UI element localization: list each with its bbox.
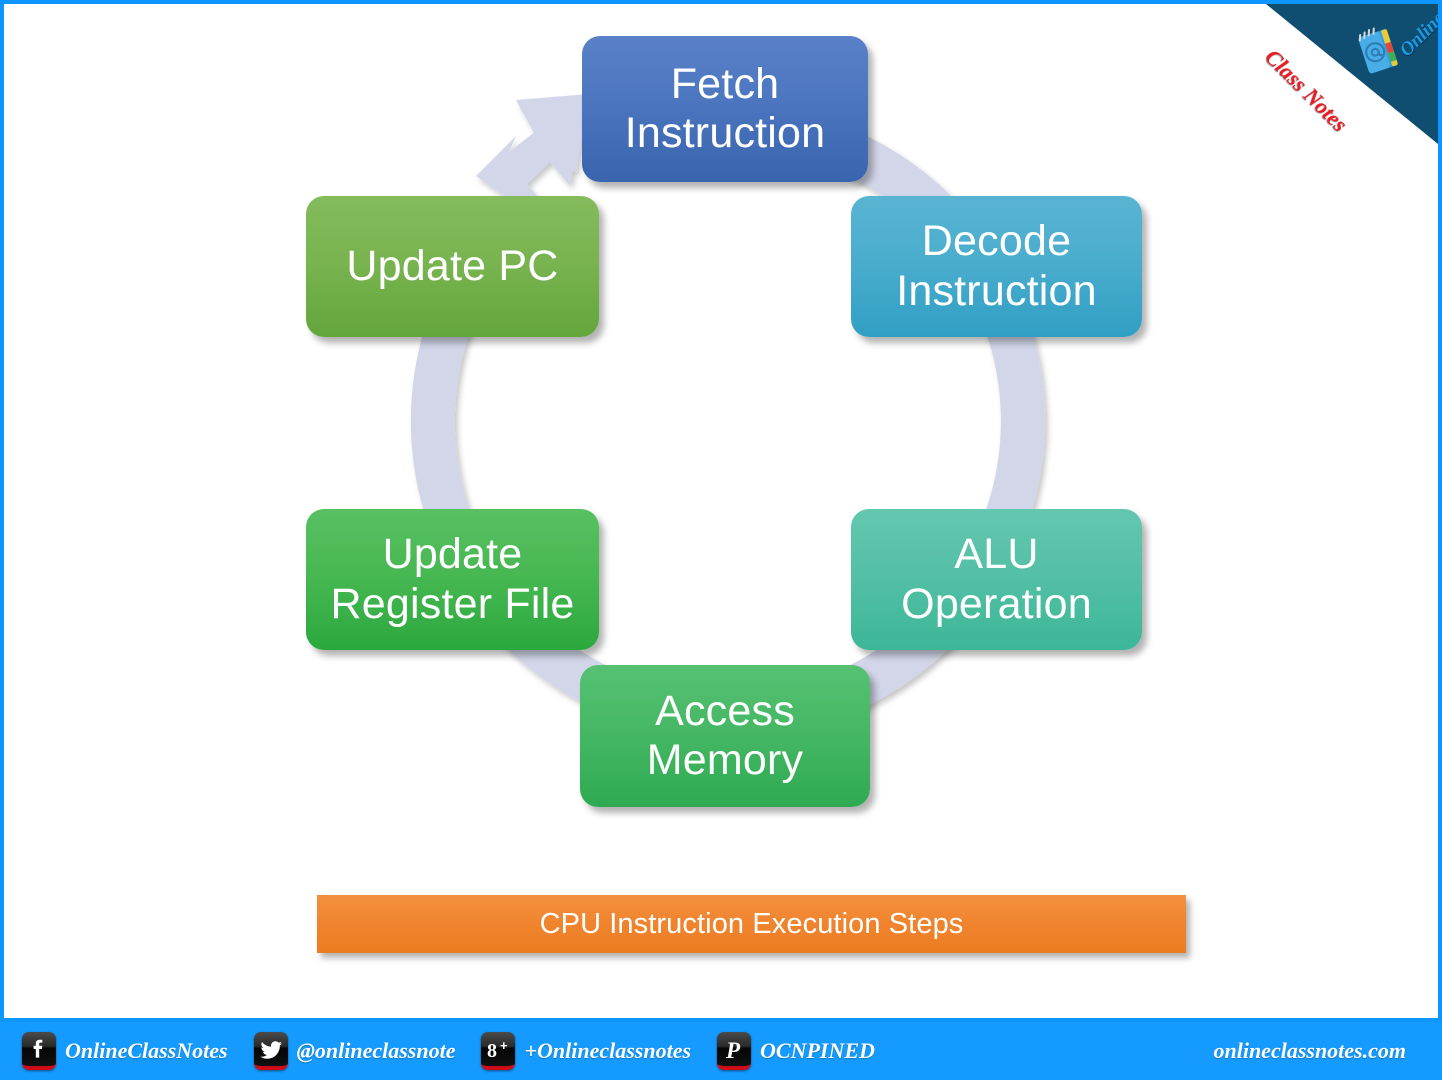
pinterest-icon: P bbox=[717, 1032, 752, 1070]
step-box-decode-instruction[interactable]: Decode Instruction bbox=[851, 196, 1142, 337]
svg-text:+: + bbox=[500, 1038, 508, 1053]
social-link-twitter[interactable]: @onlineclassnote bbox=[253, 1032, 456, 1070]
facebook-icon bbox=[22, 1032, 56, 1070]
step-box-update-pc[interactable]: Update PC bbox=[306, 196, 599, 337]
facebook-label: OnlineClassNotes bbox=[65, 1038, 228, 1063]
twitter-label: @onlineclassnote bbox=[296, 1038, 456, 1063]
footer-website-label[interactable]: onlineclassnotes.com bbox=[1213, 1038, 1420, 1064]
diagram-caption-bar: CPU Instruction Execution Steps bbox=[317, 895, 1186, 953]
svg-text:8: 8 bbox=[487, 1040, 497, 1062]
slide-canvas: Fetch Instruction Decode Instruction ALU… bbox=[0, 0, 1442, 1022]
step-box-update-register-file[interactable]: Update Register File bbox=[306, 509, 599, 650]
googleplus-icon: 8 + bbox=[481, 1032, 516, 1070]
social-link-facebook[interactable]: OnlineClassNotes bbox=[22, 1032, 228, 1070]
twitter-icon bbox=[253, 1032, 288, 1070]
pinterest-label: OCNPINED bbox=[760, 1038, 875, 1063]
social-link-pinterest[interactable]: P OCNPINED bbox=[717, 1032, 875, 1070]
social-link-googleplus[interactable]: 8 + +Onlineclassnotes bbox=[481, 1032, 691, 1070]
slide-page: Fetch Instruction Decode Instruction ALU… bbox=[0, 0, 1442, 1080]
footer-bar: OnlineClassNotes @onlineclassnote 8 + +O… bbox=[0, 1022, 1442, 1080]
diagram-caption-text: CPU Instruction Execution Steps bbox=[539, 907, 964, 940]
step-box-fetch-instruction[interactable]: Fetch Instruction bbox=[582, 36, 868, 182]
step-box-alu-operation[interactable]: ALU Operation bbox=[851, 509, 1142, 650]
svg-text:P: P bbox=[725, 1038, 741, 1063]
step-box-access-memory[interactable]: Access Memory bbox=[580, 665, 870, 807]
googleplus-label: +Onlineclassnotes bbox=[524, 1038, 692, 1063]
